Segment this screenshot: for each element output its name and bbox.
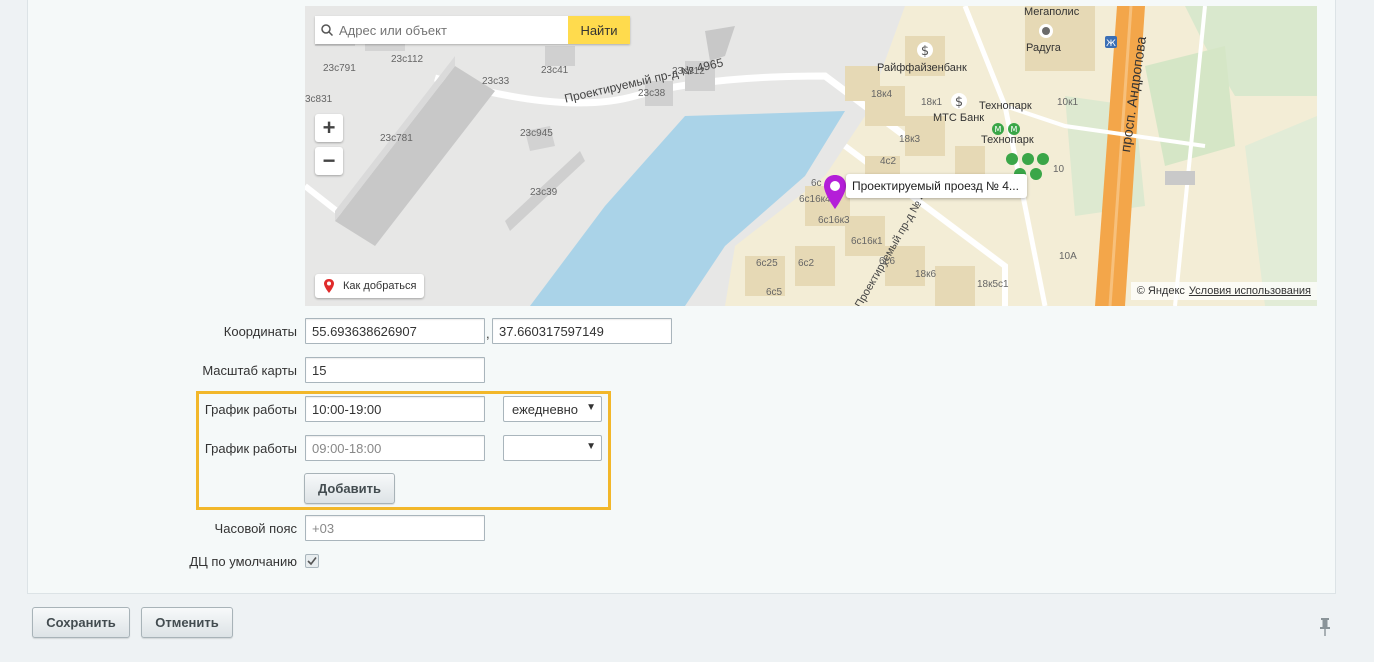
map[interactable]: 23с791 23с112 23с33 23с41 23с712 23с38 3… <box>305 6 1317 306</box>
longitude-input[interactable] <box>492 318 672 344</box>
map-search-bar: Найти <box>315 16 630 44</box>
schedule-time-input[interactable] <box>305 396 485 422</box>
map-marker-icon[interactable] <box>822 174 848 210</box>
map-copyright: © Яндекс Условия использования <box>1130 282 1317 300</box>
checkmark-icon <box>307 557 317 566</box>
dropdown-caret-icon: ▼ <box>586 441 596 452</box>
schedule-label: График работы <box>204 402 297 417</box>
route-pin-icon <box>324 279 334 293</box>
route-button[interactable]: Как добраться <box>315 274 425 298</box>
schedule-period-select[interactable]: ▼ <box>503 435 602 461</box>
map-building-label: 23с33 <box>482 76 510 87</box>
dropdown-caret-icon: ▼ <box>586 402 596 413</box>
map-building-label: 23с781 <box>380 133 413 144</box>
map-poi-label: Райффайзенбанк <box>877 62 967 74</box>
cancel-button[interactable]: Отменить <box>141 607 233 638</box>
map-building-label: 23с39 <box>530 187 558 198</box>
schedule-label: График работы <box>204 441 297 456</box>
map-building-label: 6с25 <box>756 258 778 269</box>
map-building-label: 10 <box>1053 164 1065 175</box>
map-building-label: 6с16к3 <box>818 215 850 226</box>
pin-icon[interactable] <box>1318 617 1332 637</box>
svg-text:Ж: Ж <box>1106 39 1116 48</box>
map-building-label: 18к6 <box>915 269 937 280</box>
zoom-out-button[interactable]: − <box>315 147 343 175</box>
svg-text:$: $ <box>921 44 929 58</box>
map-building-label: 6с2 <box>798 258 815 269</box>
map-scale-input[interactable] <box>305 357 485 383</box>
map-poi-label: Радуга <box>1026 42 1061 54</box>
map-building-label: 23с791 <box>323 63 356 74</box>
map-balloon-text: Проектируемый проезд № 4... <box>852 179 1019 193</box>
map-building-label: 23с112 <box>391 54 424 65</box>
cinema-icon <box>1039 24 1053 38</box>
map-poi-label: Мегаполис <box>1024 6 1080 18</box>
map-building-label: 6с5 <box>766 287 783 298</box>
map-poi-label: МТС Банк <box>933 112 985 124</box>
map-building-label: 23с38 <box>638 88 666 99</box>
copyright-text: © Яндекс <box>1136 285 1185 297</box>
terms-link[interactable]: Условия использования <box>1189 285 1311 297</box>
map-poi-label: Технопарк <box>979 100 1032 112</box>
svg-text:$: $ <box>955 95 963 109</box>
default-dc-checkbox[interactable] <box>305 554 319 568</box>
map-building-label: 18к5с1 <box>977 279 1009 290</box>
map-balloon[interactable]: Проектируемый проезд № 4... <box>846 174 1027 198</box>
add-schedule-button[interactable]: Добавить <box>304 473 395 504</box>
map-building-label: 6с16к1 <box>851 236 883 247</box>
schedule-time-input[interactable] <box>305 435 485 461</box>
coordinate-separator: , <box>486 326 490 341</box>
timezone-label: Часовой пояс <box>214 521 297 536</box>
metro-icon: MM <box>992 123 1020 135</box>
zoom-in-button[interactable]: + <box>315 114 343 142</box>
map-building-label: 4с2 <box>880 156 897 167</box>
bank-icon: $ <box>951 93 967 109</box>
map-building-label: 3с831 <box>305 94 333 105</box>
map-building-label: 23с945 <box>520 128 553 139</box>
svg-text:M: M <box>995 125 1002 134</box>
map-building-label: 6с6 <box>879 256 896 267</box>
route-button-label: Как добраться <box>343 280 417 292</box>
map-search-box[interactable] <box>315 16 568 44</box>
train-station-icon: Ж <box>1105 36 1117 48</box>
schedule-period-select[interactable]: ежедневно ▼ <box>503 396 602 422</box>
svg-text:M: M <box>1011 125 1018 134</box>
default-dc-label: ДЦ по умолчанию <box>189 554 297 569</box>
map-building-label: 18к4 <box>871 89 893 100</box>
map-scale-label: Масштаб карты <box>202 363 297 378</box>
map-building-label: 10к1 <box>1057 97 1079 108</box>
map-search-button[interactable]: Найти <box>568 16 630 44</box>
map-search-input[interactable] <box>337 21 561 39</box>
map-building-label: 6с <box>811 178 822 189</box>
map-building-label: 23с41 <box>541 65 569 76</box>
map-building-label: 10А <box>1059 251 1077 262</box>
timezone-input[interactable] <box>305 515 485 541</box>
schedule-period-value: ежедневно <box>512 401 579 417</box>
latitude-input[interactable] <box>305 318 485 344</box>
map-building-label: 18к3 <box>899 134 921 145</box>
save-button[interactable]: Сохранить <box>32 607 130 638</box>
map-building-label: 18к1 <box>921 97 943 108</box>
search-icon <box>321 24 333 36</box>
coordinates-label: Координаты <box>223 324 297 339</box>
bank-icon: $ <box>917 42 933 58</box>
